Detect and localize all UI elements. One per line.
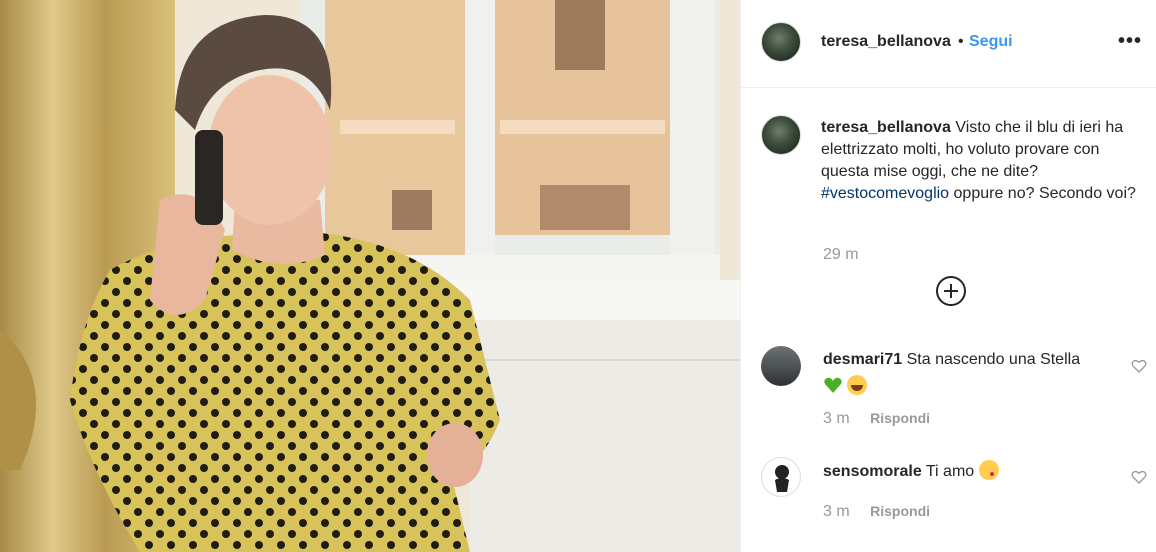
caption-timestamp[interactable]: 29 m [823, 246, 859, 264]
reply-button[interactable]: Rispondi [870, 503, 930, 519]
green-heart-icon [824, 377, 842, 393]
separator-dot: • [958, 33, 964, 50]
laughing-face-icon [847, 375, 868, 395]
commenter-username[interactable]: sensomorale [823, 463, 922, 480]
post-sidebar: teresa_bellanova • Segui ••• teresa_bell… [740, 0, 1156, 552]
comment-text: desmari71 Sta nascendo una Stella [823, 349, 1113, 398]
post-image [0, 0, 740, 552]
hashtag-link[interactable]: #vestocomevoglio [821, 185, 949, 202]
caption-avatar[interactable] [761, 115, 801, 155]
comment-text: sensomorale Ti amo [823, 460, 1113, 483]
caption-body-end: oppure no? Secondo voi? [953, 185, 1136, 202]
comment-body: Ti amo [925, 463, 975, 480]
comment-timestamp[interactable]: 3 m [823, 503, 850, 520]
reply-button[interactable]: Rispondi [870, 410, 930, 426]
like-comment-icon[interactable] [1131, 358, 1147, 374]
comment-meta: 3 m Rispondi [823, 503, 930, 521]
like-comment-icon[interactable] [1131, 469, 1147, 485]
kissing-face-icon [978, 460, 999, 480]
avatar-silhouette-icon [775, 465, 789, 492]
caption-username[interactable]: teresa_bellanova [821, 119, 951, 136]
post-header: teresa_bellanova • Segui ••• [741, 0, 1156, 88]
author-username[interactable]: teresa_bellanova [821, 33, 951, 51]
commenter-avatar[interactable] [761, 457, 801, 497]
more-options-icon[interactable]: ••• [1118, 30, 1142, 53]
comment-meta: 3 m Rispondi [823, 410, 930, 428]
commenter-avatar[interactable] [761, 346, 801, 386]
comment-timestamp[interactable]: 3 m [823, 410, 850, 427]
follow-button[interactable]: Segui [969, 33, 1013, 51]
author-avatar[interactable] [761, 22, 801, 62]
post-photo[interactable] [0, 0, 740, 552]
load-more-comments-icon[interactable] [936, 276, 966, 306]
comment-body: Sta nascendo una Stella [906, 351, 1081, 368]
caption-text: teresa_bellanova Visto che il blu di ier… [821, 117, 1141, 205]
commenter-username[interactable]: desmari71 [823, 351, 902, 368]
